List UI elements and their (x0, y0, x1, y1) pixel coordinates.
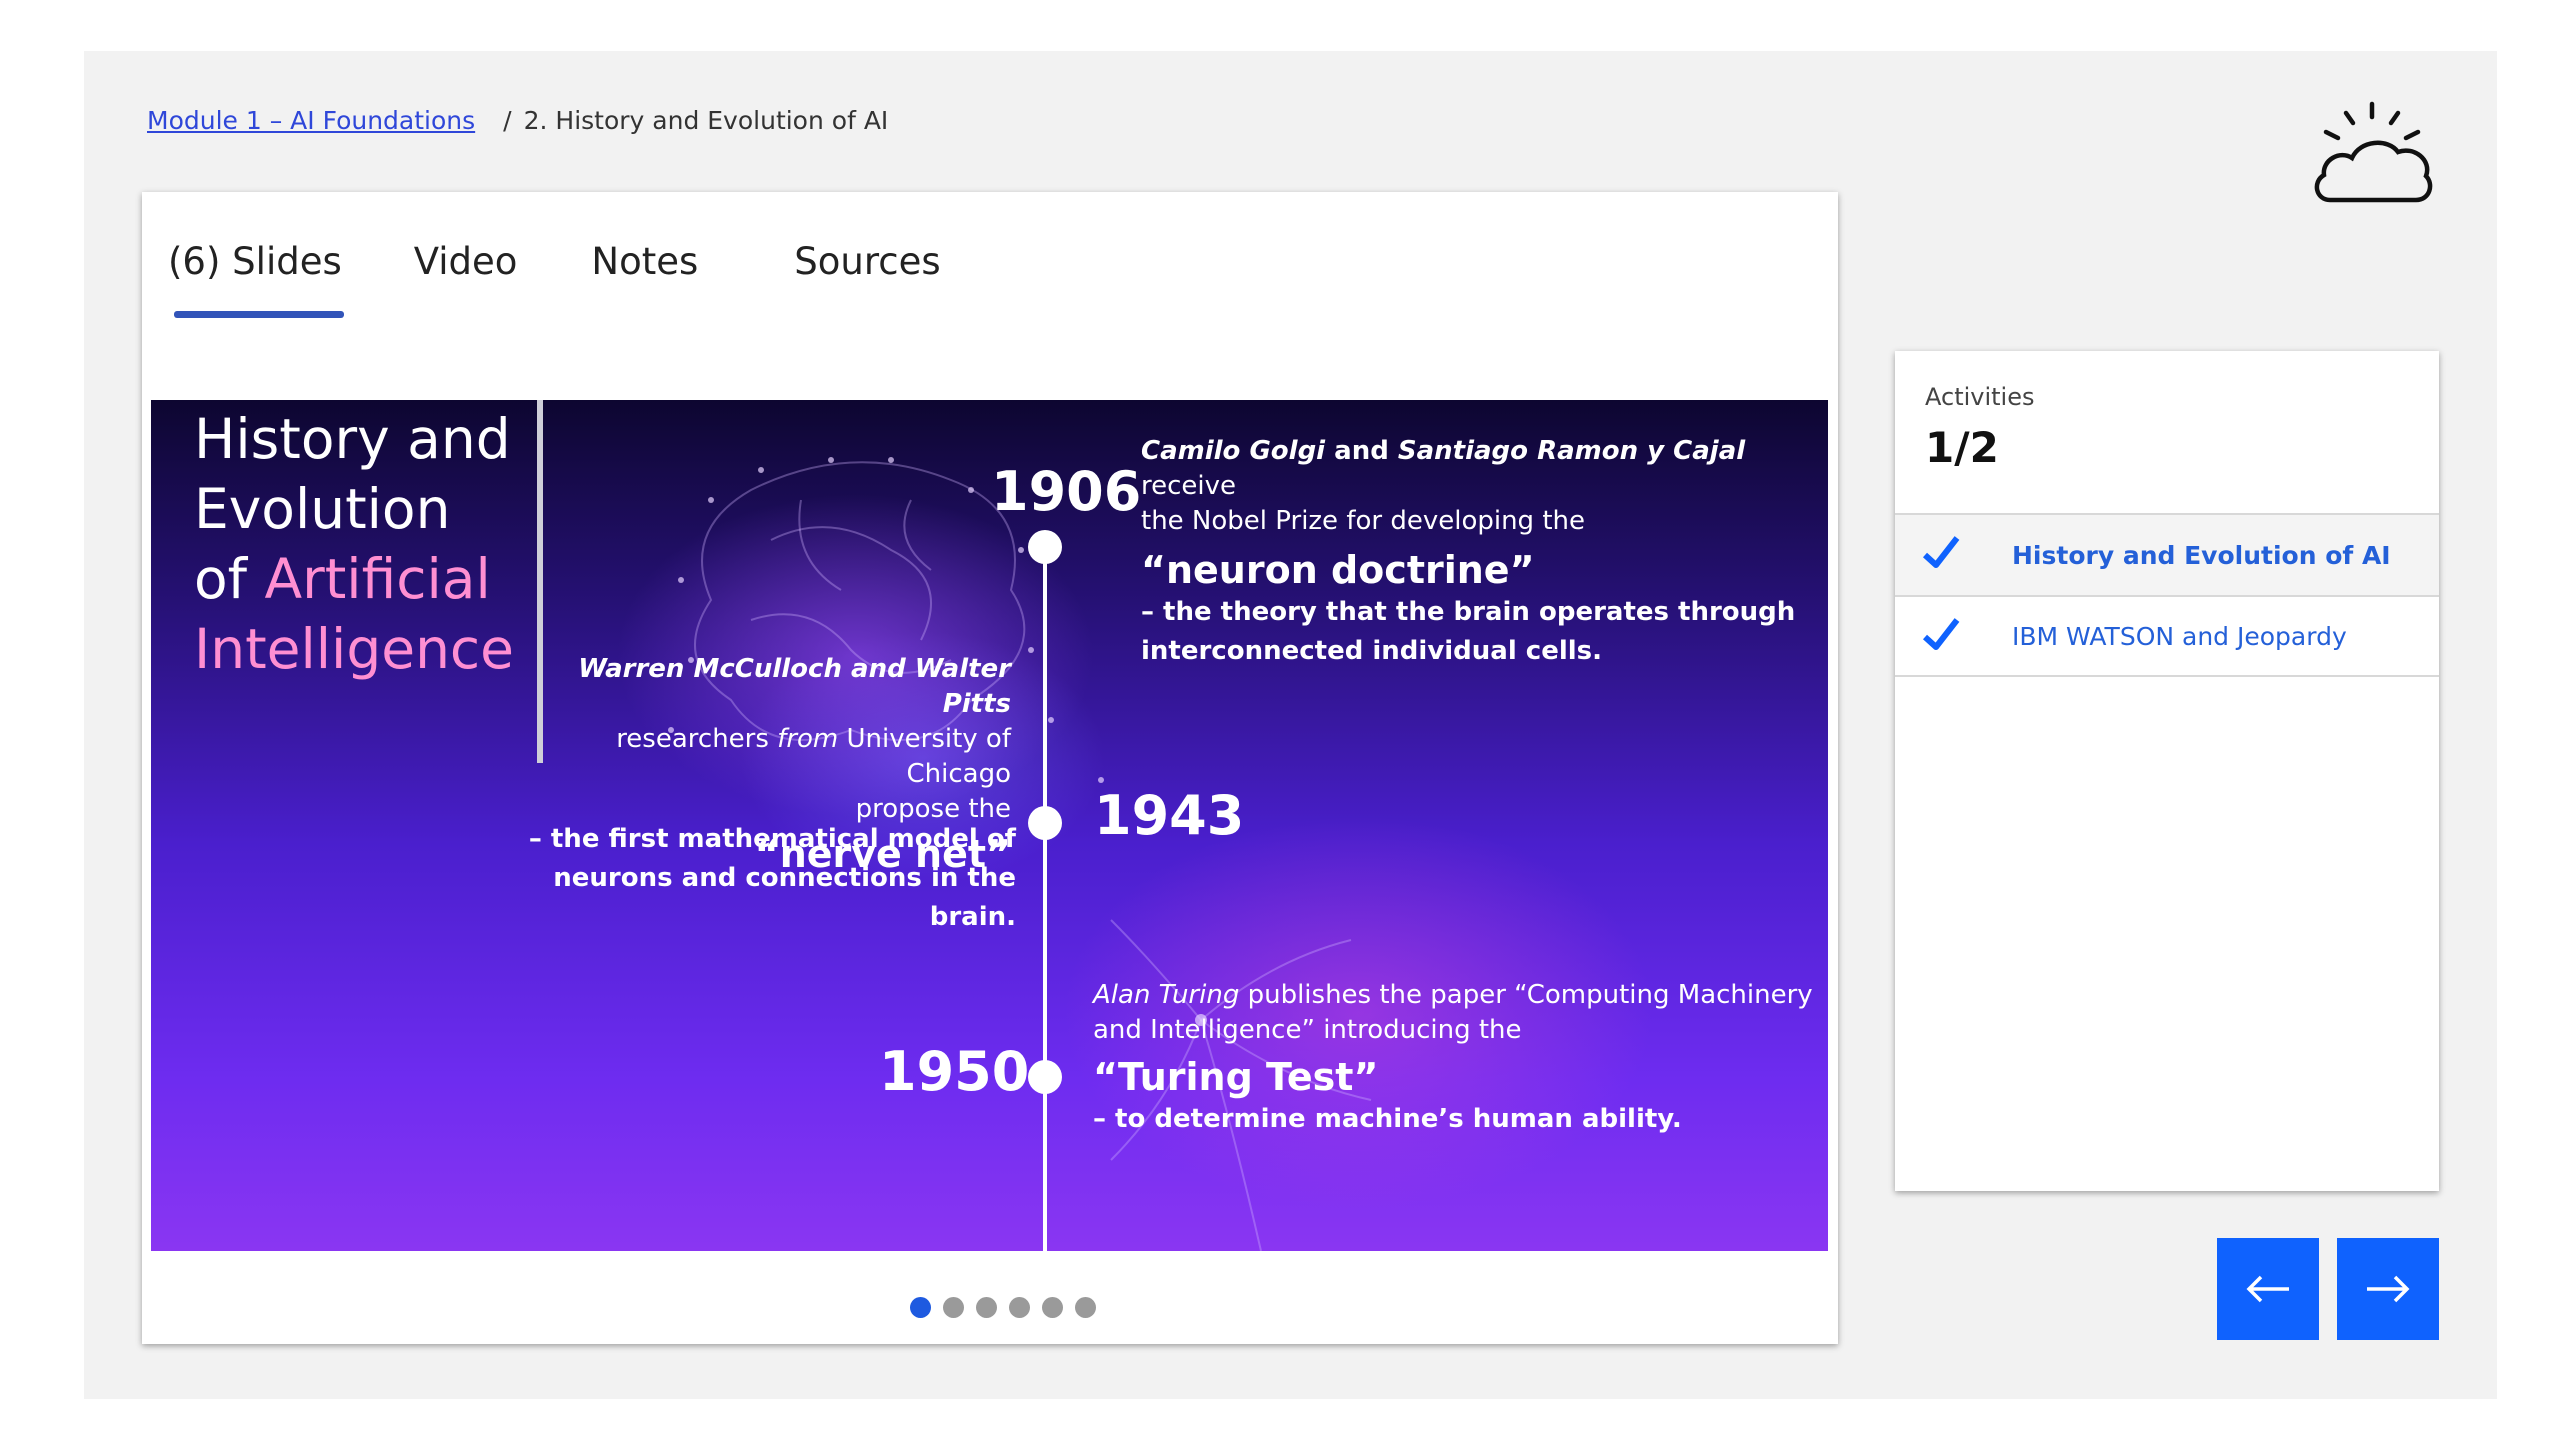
person-name: Camilo Golgi (1141, 436, 1326, 466)
breadcrumb-current: 2. History and Evolution of AI (523, 106, 889, 135)
activity-item[interactable]: History and Evolution of AI (1895, 513, 2439, 595)
event-1943-desc: – the first mathematical model of neuron… (511, 820, 1016, 937)
previous-button[interactable] (2217, 1238, 2319, 1340)
event-1906-line: the Nobel Prize for developing the (1141, 506, 1585, 536)
pagination-dot[interactable] (910, 1297, 931, 1318)
event-text: publishes the paper “Computing Machinery (1239, 980, 1813, 1010)
timeline-dot-1906 (1028, 530, 1062, 564)
pagination-dot[interactable] (943, 1297, 964, 1318)
event-verb: receive (1141, 471, 1237, 501)
activity-item[interactable]: IBM WATSON and Jeopardy (1895, 595, 2439, 677)
event-text: from (777, 724, 839, 754)
event-1943-desc-line: brain. (929, 902, 1016, 932)
tab-video[interactable]: Video (414, 240, 518, 318)
event-1906-line: Camilo Golgi and Santiago Ramon y Cajal … (1141, 434, 1821, 504)
pagination-dot[interactable] (976, 1297, 997, 1318)
pagination-dot[interactable] (1042, 1297, 1063, 1318)
event-1906-text: Camilo Golgi and Santiago Ramon y Cajal … (1141, 434, 1821, 669)
event-1906-desc: interconnected individual cells. (1141, 636, 1603, 666)
tab-notes[interactable]: Notes (591, 240, 698, 318)
year-1906: 1906 (991, 460, 1142, 523)
slide-pagination (910, 1297, 1108, 1318)
slide-title-line: of Artificial (194, 544, 524, 614)
timeline-line (1043, 540, 1047, 1251)
slide-title-line: Evolution (194, 477, 451, 541)
year-1950: 1950 (879, 1040, 1030, 1103)
event-text: University of Chicago (838, 724, 1012, 789)
timeline-dot-1943 (1028, 806, 1062, 840)
slide-title: History and Evolution of Artificial Inte… (194, 404, 524, 684)
tab-slides[interactable]: (6) Slides (168, 240, 344, 318)
tab-sources[interactable]: Sources (794, 240, 940, 318)
breadcrumb-module-link[interactable]: Module 1 – AI Foundations (147, 106, 475, 135)
arrow-left-icon (2246, 1275, 2289, 1303)
tab-bar: (6) Slides Video Notes Sources (168, 240, 1003, 318)
event-1943-line: researchers from University of Chicago (531, 722, 1011, 792)
person-name: Santiago Ramon y Cajal (1397, 436, 1746, 466)
event-1943-desc-line: – the first mathematical model of (528, 824, 1016, 854)
event-1950-desc: – to determine machine’s human ability. (1093, 1104, 1682, 1134)
slide-image: History and Evolution of Artificial Inte… (151, 400, 1828, 1251)
arrow-right-icon (2367, 1275, 2410, 1303)
breadcrumb: Module 1 – AI Foundations / 2. History a… (147, 106, 888, 135)
slide-title-prefix: of (194, 547, 265, 611)
event-1950-headline: “Turing Test” (1093, 1055, 1379, 1099)
content-card: (6) Slides Video Notes Sources History a… (142, 192, 1838, 1344)
slide-title-highlight: Intelligence (194, 617, 515, 681)
slide-title-highlight: Artificial (264, 547, 491, 611)
next-button[interactable] (2337, 1238, 2439, 1340)
conjunction: and (1325, 436, 1398, 466)
checkmark-icon (1922, 536, 1960, 568)
timeline-dot-1950 (1028, 1060, 1062, 1094)
activity-label: History and Evolution of AI (2012, 540, 2391, 570)
pagination-dot[interactable] (1009, 1297, 1030, 1318)
person-name: Alan Turing (1093, 980, 1240, 1010)
event-1943-desc-line: neurons and connections in the (553, 863, 1016, 893)
person-names: Warren McCulloch and Walter Pitts (578, 654, 1011, 719)
activity-label: IBM WATSON and Jeopardy (2012, 621, 2347, 651)
activities-panel: Activities 1/2 History and Evolution of … (1895, 351, 2439, 1191)
event-1906-headline: “neuron doctrine” (1141, 548, 1535, 592)
event-1950-line: and Intelligence” introducing the (1093, 1015, 1522, 1045)
event-1906-desc: – the theory that the brain operates thr… (1141, 597, 1796, 627)
checkmark-icon (1922, 618, 1960, 650)
breadcrumb-separator: / (503, 106, 512, 135)
event-1950-line: Alan Turing publishes the paper “Computi… (1093, 978, 1813, 1013)
sun-cloud-icon (2314, 101, 2433, 203)
event-1950-text: Alan Turing publishes the paper “Computi… (1093, 978, 1813, 1137)
pagination-dot[interactable] (1075, 1297, 1096, 1318)
year-1943: 1943 (1094, 784, 1245, 847)
activities-label: Activities (1925, 383, 2035, 411)
activities-count: 1/2 (1925, 423, 1999, 472)
slide-title-line: History and (194, 407, 511, 471)
event-text: researchers (616, 724, 778, 754)
